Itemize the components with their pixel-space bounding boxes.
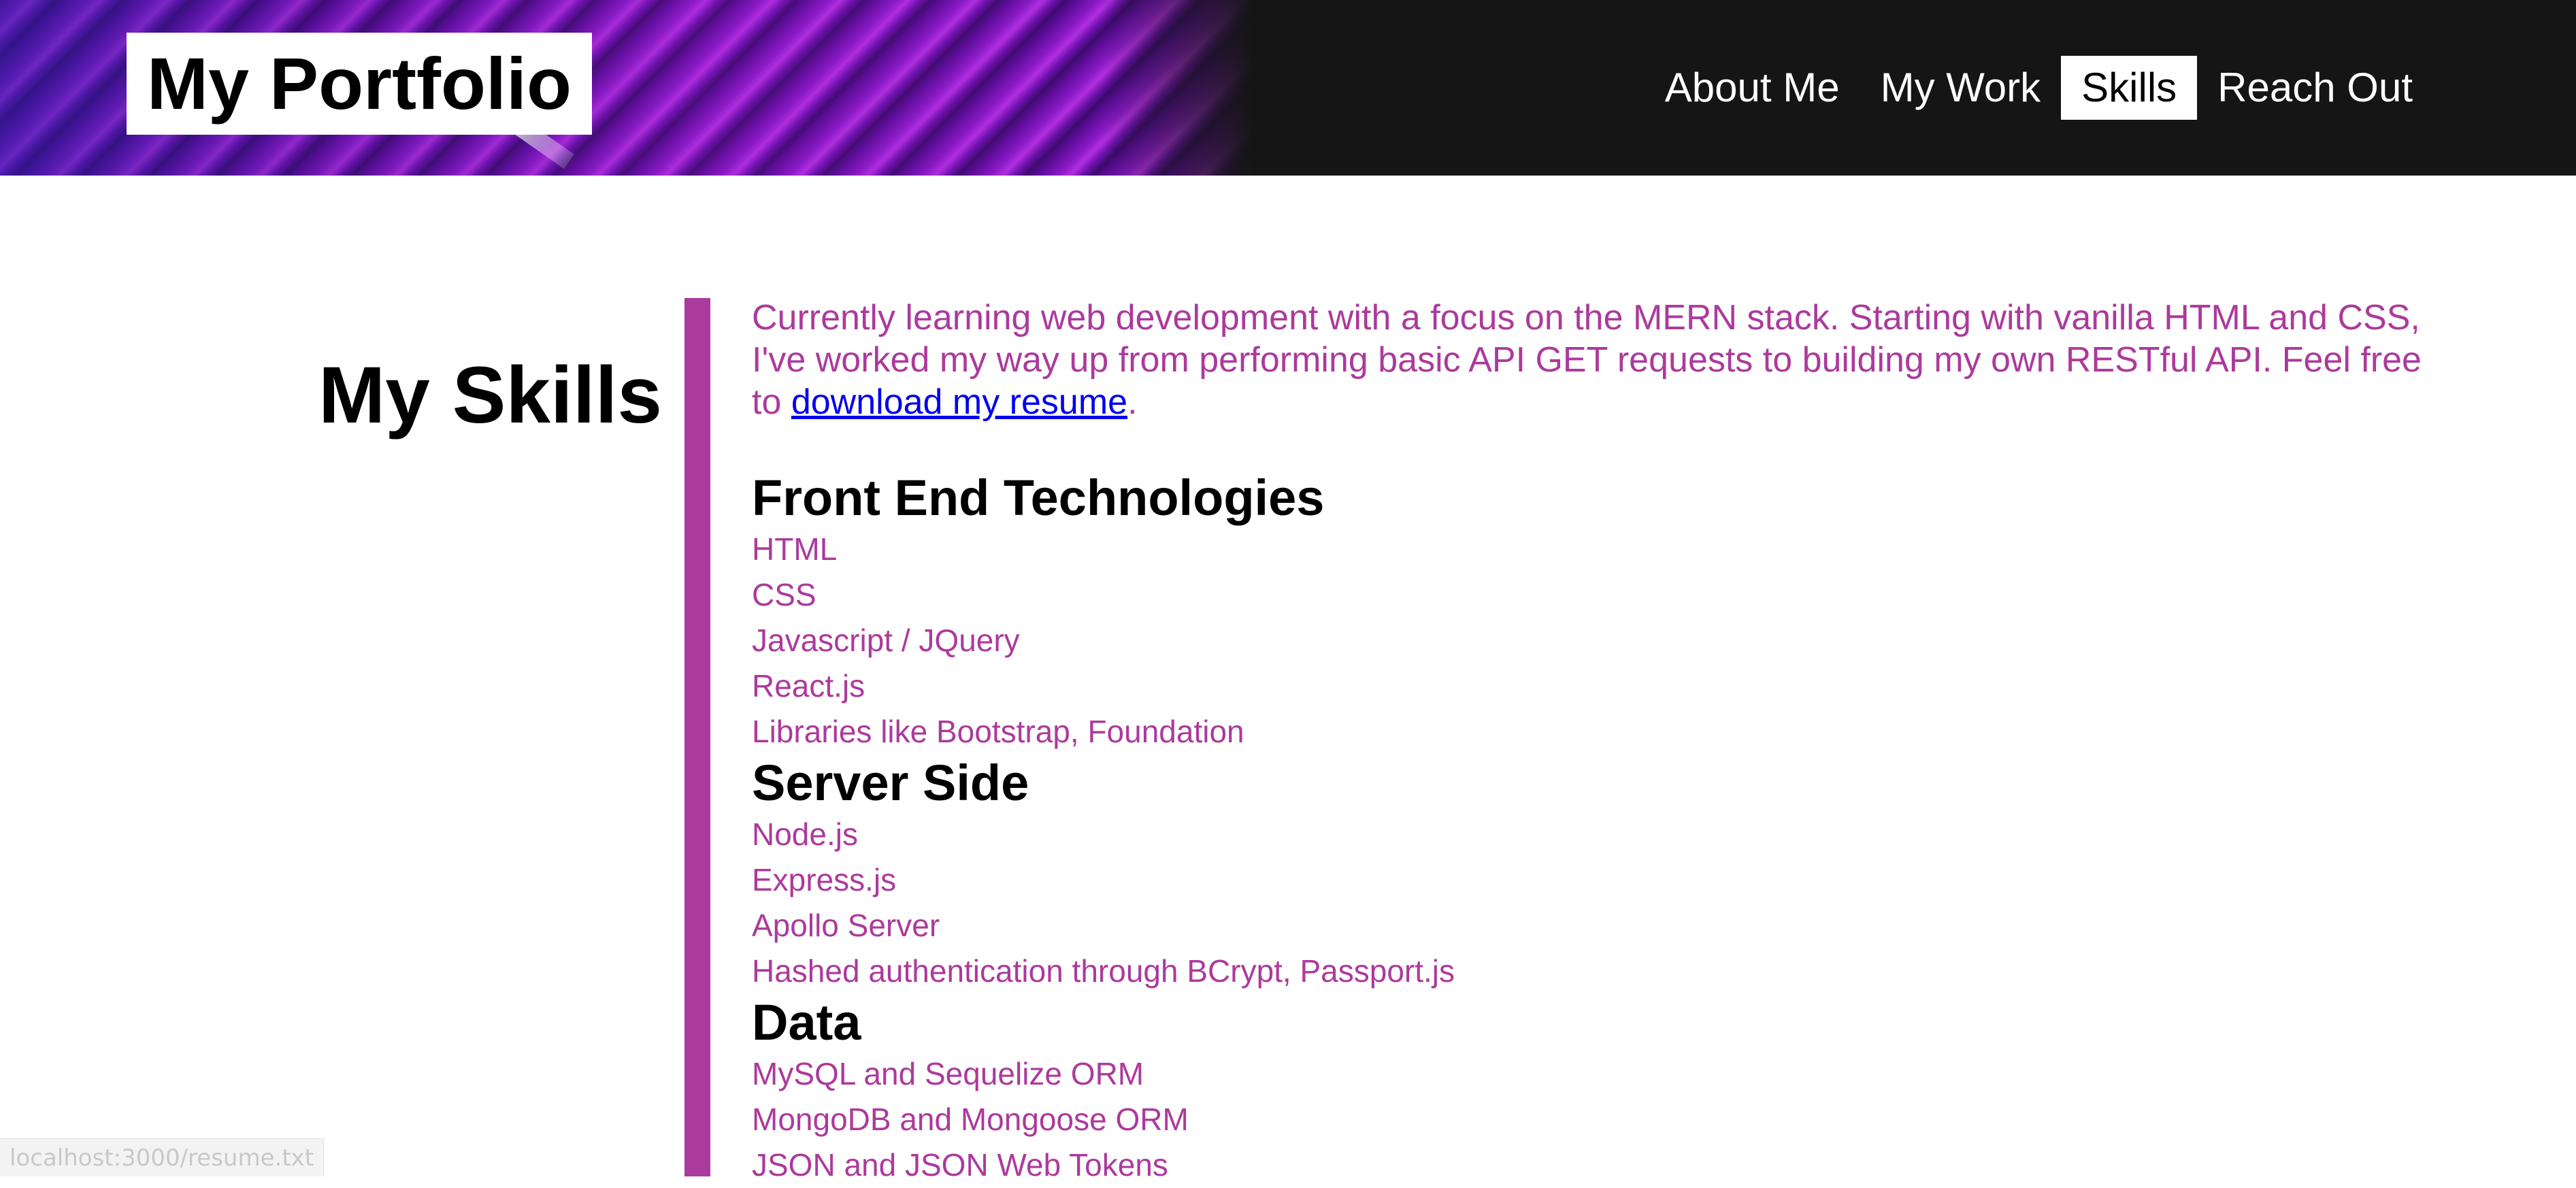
skill-item: React.js <box>752 663 2439 709</box>
nav-skills[interactable]: Skills <box>2061 56 2197 120</box>
nav-reach-out[interactable]: Reach Out <box>2197 56 2433 120</box>
skill-item: Hashed authentication through BCrypt, Pa… <box>752 948 2439 994</box>
skill-item: Libraries like Bootstrap, Foundation <box>752 709 2439 755</box>
download-resume-link[interactable]: download my resume <box>791 382 1127 422</box>
section-heading-server-side: Server Side <box>752 755 2439 812</box>
nav-about-me[interactable]: About Me <box>1645 56 1860 120</box>
intro-end: . <box>1127 382 1137 422</box>
section-heading-front-end: Front End Technologies <box>752 469 2439 527</box>
main-nav: About Me My Work Skills Reach Out <box>1645 56 2433 120</box>
skill-item: CSS <box>752 572 2439 618</box>
page-title: My Skills <box>318 352 662 440</box>
section-heading-data: Data <box>752 994 2439 1051</box>
site-logo[interactable]: My Portfolio <box>127 33 592 135</box>
front-end-skill-list: HTML CSS Javascript / JQuery React.js Li… <box>752 527 2439 755</box>
data-skill-list: MySQL and Sequelize ORM MongoDB and Mong… <box>752 1051 2439 1188</box>
accent-divider <box>684 298 710 1176</box>
skill-item: MongoDB and Mongoose ORM <box>752 1097 2439 1142</box>
intro-paragraph: Currently learning web development with … <box>752 297 2439 423</box>
skill-item: Express.js <box>752 857 2439 903</box>
skill-item: Node.js <box>752 812 2439 857</box>
site-header: My Portfolio About Me My Work Skills Rea… <box>0 0 2576 176</box>
server-side-skill-list: Node.js Express.js Apollo Server Hashed … <box>752 812 2439 994</box>
skill-item: MySQL and Sequelize ORM <box>752 1051 2439 1097</box>
skill-item: JSON and JSON Web Tokens <box>752 1142 2439 1188</box>
browser-status-bar: localhost:3000/resume.txt <box>0 1138 324 1176</box>
skill-item: Apollo Server <box>752 903 2439 948</box>
skill-item: HTML <box>752 527 2439 572</box>
skills-content: Currently learning web development with … <box>752 297 2439 1188</box>
logo-text: My Portfolio <box>147 47 572 120</box>
skill-item: Javascript / JQuery <box>752 618 2439 663</box>
nav-my-work[interactable]: My Work <box>1860 56 2062 120</box>
